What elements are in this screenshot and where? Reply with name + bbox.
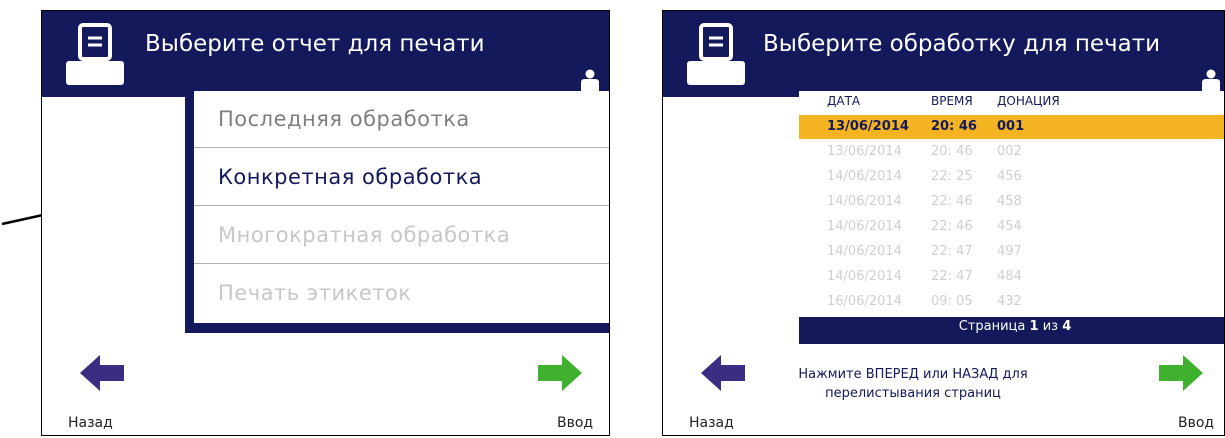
print-report-screen: Выберите отчет для печати Последняя обра… [41,10,610,436]
cell-date: 13/06/2014 [827,144,902,159]
enter-arrow-icon[interactable] [1157,353,1205,393]
select-processing-screen: Выберите обработку для печати ДАТА ВРЕМЯ… [662,10,1225,436]
cell-date: 16/06/2014 [827,294,902,309]
enter-label[interactable]: Ввод [1178,415,1214,431]
column-header-time: ВРЕМЯ [931,94,973,108]
cell-date: 14/06/2014 [827,244,902,259]
table-row[interactable]: 14/06/2014 22: 47 484 [799,265,1224,289]
cell-time: 22: 25 [931,169,973,184]
cell-donation: 458 [997,194,1022,209]
table-row[interactable]: 13/06/2014 20: 46 001 [799,115,1224,139]
hint-line-1: Нажмите ВПЕРЕД или НАЗАД для [798,367,1028,382]
column-header-donation: ДОНАЦИЯ [997,94,1060,108]
user-icon [581,69,599,91]
menu-item-multiple-processing[interactable]: Многократная обработка [194,207,609,264]
menu-item-last-processing[interactable]: Последняя обработка [194,91,609,148]
table-row[interactable]: 16/06/2014 09: 05 432 [799,290,1224,314]
hint-line-2: перелистывания страниц [825,386,1001,401]
menu-item-print-labels[interactable]: Печать этикеток [194,265,609,322]
printer-icon [687,23,745,85]
processing-table: ДАТА ВРЕМЯ ДОНАЦИЯ 13/06/2014 20: 46 001… [799,91,1224,344]
cell-time: 09: 05 [931,294,973,309]
cell-date: 14/06/2014 [827,219,902,234]
cell-donation: 001 [997,119,1025,134]
user-icon [1202,69,1220,91]
table-row[interactable]: 14/06/2014 22: 47 497 [799,240,1224,264]
printer-icon [66,23,124,85]
page-title: Выберите отчет для печати [145,31,485,57]
cell-time: 20: 46 [931,144,973,159]
table-row[interactable]: 14/06/2014 22: 46 454 [799,215,1224,239]
page-title: Выберите обработку для печати [763,31,1161,57]
report-menu: Последняя обработка Конкретная обработка… [194,91,609,323]
back-arrow-icon[interactable] [699,353,747,393]
page-sep: из [1042,319,1059,334]
enter-arrow-icon[interactable] [536,353,584,393]
table-row[interactable]: 14/06/2014 22: 46 458 [799,190,1224,214]
cell-time: 20: 46 [931,119,977,134]
cell-donation: 432 [997,294,1022,309]
cell-date: 14/06/2014 [827,269,902,284]
cell-time: 22: 46 [931,194,973,209]
cell-time: 22: 46 [931,219,973,234]
page-prefix: Страница [958,319,1026,334]
page-total: 4 [1062,319,1072,334]
cell-donation: 497 [997,244,1022,259]
cell-donation: 456 [997,169,1022,184]
back-label[interactable]: Назад [689,415,734,431]
table-row[interactable]: 14/06/2014 22: 25 456 [799,165,1224,189]
table-body: ДАТА ВРЕМЯ ДОНАЦИЯ 13/06/2014 20: 46 001… [799,91,1224,317]
menu-item-specific-processing[interactable]: Конкретная обработка [194,149,609,206]
page-indicator: Страница 1 из 4 [799,319,1224,334]
cell-donation: 484 [997,269,1022,284]
cell-date: 13/06/2014 [827,119,909,134]
table-row[interactable]: 13/06/2014 20: 46 002 [799,140,1224,164]
column-header-date: ДАТА [827,94,861,108]
header-bar: Выберите обработку для печати [663,11,1224,97]
back-label[interactable]: Назад [68,415,113,431]
paging-hint: Нажмите ВПЕРЕД или НАЗАД для перелистыва… [783,365,1043,403]
page-current: 1 [1029,319,1039,334]
cell-donation: 454 [997,219,1022,234]
cell-date: 14/06/2014 [827,169,902,184]
cell-date: 14/06/2014 [827,194,902,209]
cell-time: 22: 47 [931,269,973,284]
cell-time: 22: 47 [931,244,973,259]
enter-label[interactable]: Ввод [557,415,593,431]
header-bar: Выберите отчет для печати [42,11,609,97]
cell-donation: 002 [997,144,1022,159]
back-arrow-icon[interactable] [78,353,126,393]
